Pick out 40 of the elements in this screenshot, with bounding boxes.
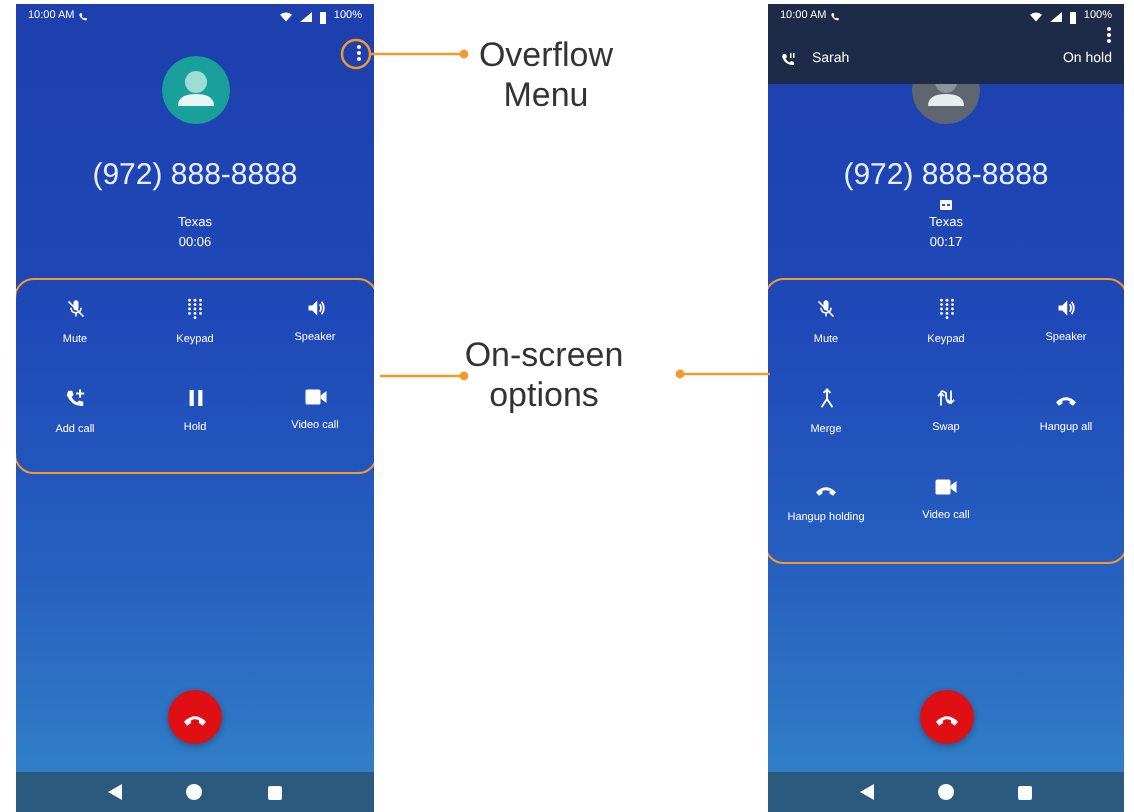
battery-icon (1069, 11, 1076, 23)
phone-icon (78, 12, 89, 22)
mic-off-icon (65, 298, 85, 320)
overflow-menu-icon[interactable] (1106, 26, 1112, 44)
back-button[interactable] (860, 784, 874, 800)
held-call-icon (780, 52, 796, 68)
home-button[interactable] (938, 784, 954, 800)
home-button[interactable] (186, 784, 203, 800)
merge-icon (817, 388, 835, 410)
mic-off-icon (816, 298, 836, 320)
leader-line (370, 49, 469, 59)
contact-avatar (161, 56, 229, 124)
pause-icon (187, 388, 203, 408)
add-call-icon (64, 388, 86, 410)
recents-button[interactable] (267, 785, 282, 799)
swap-icon (936, 388, 956, 408)
signal-icon (1049, 12, 1062, 22)
battery-icon (319, 11, 326, 23)
callout-label: Overflow Menu (476, 36, 616, 116)
end-call-button[interactable] (168, 690, 222, 744)
callout-circle (340, 38, 372, 70)
speaker-icon (1056, 298, 1076, 318)
signal-icon (299, 12, 312, 22)
leader-line (380, 371, 469, 381)
leader-line (675, 369, 770, 379)
keypad-icon (186, 298, 204, 320)
video-camera-icon (303, 388, 327, 406)
end-call-button[interactable] (919, 690, 973, 744)
overflow-menu-icon[interactable] (356, 43, 362, 61)
phone-icon (830, 12, 841, 22)
recents-button[interactable] (1018, 785, 1032, 799)
video-camera-icon (934, 478, 958, 496)
speaker-icon (305, 298, 325, 318)
callout-label: On-screen options (462, 336, 626, 416)
wifi-icon (1029, 12, 1042, 22)
phone-number: (972) 888-8888 (843, 158, 1049, 194)
phone-number: (972) 888-8888 (92, 158, 298, 194)
wifi-icon (279, 12, 292, 22)
back-button[interactable] (108, 784, 123, 800)
keypad-icon (937, 298, 955, 320)
